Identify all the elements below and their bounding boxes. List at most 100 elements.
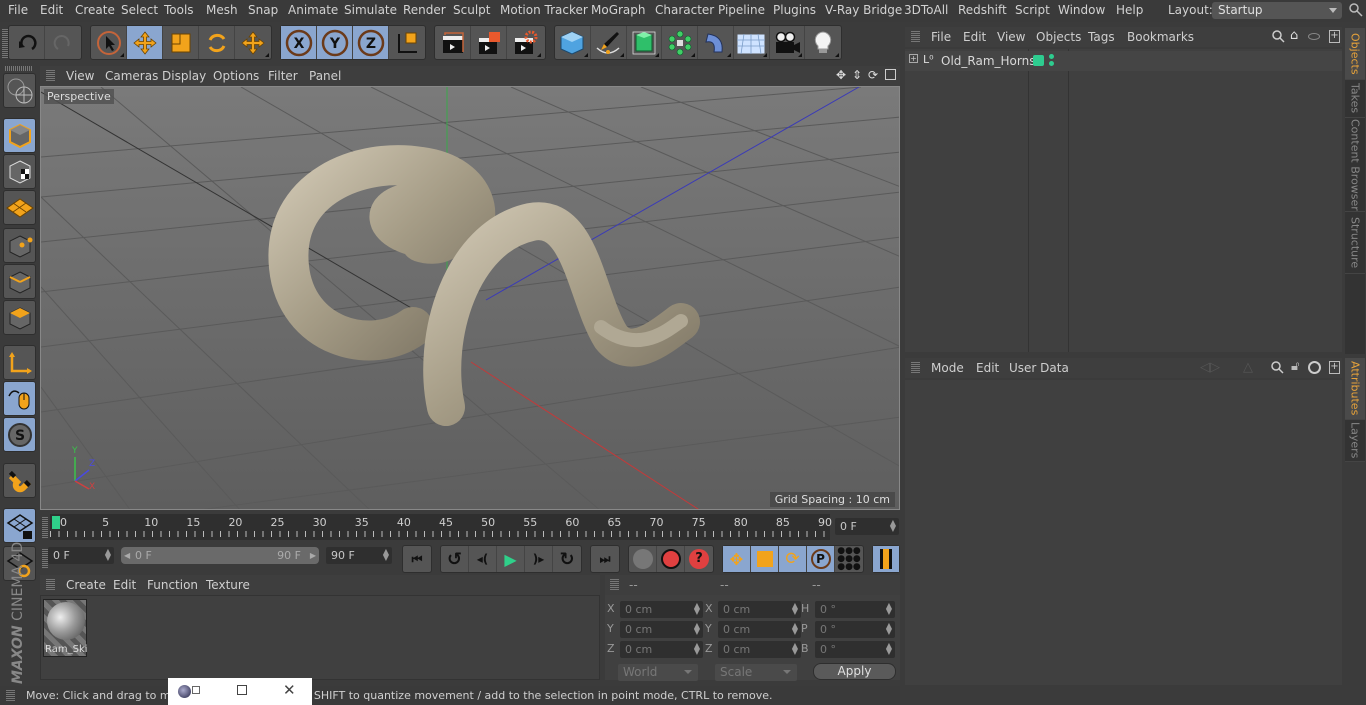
pan-view-icon[interactable]: ✥	[836, 68, 846, 82]
viewport-menu-display[interactable]: Display	[162, 69, 206, 83]
playhead[interactable]	[52, 516, 60, 529]
spinner-icon[interactable]: ▲ ▼	[105, 548, 111, 562]
3d-viewport[interactable]: Y Z X Perspective Grid Spacing : 10 cm	[40, 86, 900, 510]
menu-plugins[interactable]: Plugins	[773, 3, 816, 17]
spinner-icon[interactable]: ▲ ▼	[886, 622, 892, 636]
search-icon[interactable]	[1272, 30, 1285, 43]
spinner-icon[interactable]: ▲ ▼	[890, 519, 896, 533]
menu-motion-tracker[interactable]: Motion Tracker	[500, 3, 588, 17]
next-frame-button[interactable]: )▸	[525, 546, 553, 572]
spinner-icon[interactable]: ▲ ▼	[694, 642, 700, 656]
cube-button[interactable]	[555, 26, 591, 59]
menu-tools[interactable]: Tools	[164, 3, 194, 17]
viewport-menu-options[interactable]: Options	[213, 69, 259, 83]
material-swatch[interactable]: Ram_Ski	[43, 599, 87, 657]
end-frame-field[interactable]: 90 F ▲ ▼	[326, 547, 392, 564]
tab-attributes[interactable]: Attributes	[1345, 358, 1365, 420]
editor-visibility-dot[interactable]	[1049, 54, 1054, 59]
unlock-icon[interactable]: 🔓︎	[1291, 359, 1299, 374]
live-selection-button[interactable]	[91, 26, 127, 59]
object-menu-tags[interactable]: Tags	[1088, 30, 1115, 44]
menu-3dtoall[interactable]: 3DToAll	[904, 3, 948, 17]
object-menu-view[interactable]: View	[997, 30, 1025, 44]
spinner-icon[interactable]: ▲ ▼	[886, 602, 892, 616]
cloner-button[interactable]	[662, 26, 698, 59]
rotate-view-icon[interactable]: ⟳	[868, 68, 878, 82]
coordinate-system-button[interactable]	[389, 26, 425, 59]
current-frame-field[interactable]: 0 F ▲ ▼	[835, 518, 899, 535]
maximize-view-icon[interactable]	[885, 69, 896, 80]
tab-content-browser[interactable]: Content Browser	[1345, 118, 1365, 212]
viewport-menu-panel[interactable]: Panel	[309, 69, 341, 83]
timeline-grip[interactable]	[42, 516, 48, 538]
viewport-grip[interactable]	[46, 70, 55, 81]
back-arrow-icon[interactable]: ◁▷	[1200, 360, 1220, 375]
menu-snap[interactable]: Snap	[248, 3, 278, 17]
render-visibility-dot[interactable]	[1049, 61, 1054, 66]
home-icon[interactable]: ⌂	[1290, 28, 1298, 43]
scale-key-button[interactable]	[751, 546, 779, 572]
x-axis-button[interactable]: X	[281, 26, 317, 59]
new-panel-icon[interactable]: +	[1329, 361, 1340, 374]
menu-sculpt[interactable]: Sculpt	[453, 3, 490, 17]
menu-edit[interactable]: Edit	[40, 3, 63, 17]
target-icon[interactable]	[1308, 361, 1321, 374]
coordinate-field[interactable]: 0 cm ▲ ▼	[718, 621, 801, 638]
play-button[interactable]: ▶	[497, 546, 525, 572]
scale-button[interactable]	[163, 26, 199, 59]
menu-script[interactable]: Script	[1015, 3, 1050, 17]
render-view-button[interactable]	[435, 26, 471, 59]
camera-label[interactable]: Perspective	[44, 89, 114, 104]
y-axis-button[interactable]: Y	[317, 26, 353, 59]
search-icon[interactable]	[1349, 3, 1363, 17]
tab-layers[interactable]: Layers	[1345, 420, 1365, 462]
spinner-icon[interactable]: ▲ ▼	[792, 642, 798, 656]
coordinate-space-dropdown[interactable]: World	[618, 664, 698, 681]
start-frame-field[interactable]: 0 F ▲ ▼	[48, 547, 114, 564]
coordinates-grip[interactable]	[610, 579, 619, 590]
material-menu-create[interactable]: Create	[66, 578, 106, 592]
go-to-start-button[interactable]: ⏮	[403, 546, 431, 572]
tweak-mode-button[interactable]	[3, 381, 36, 416]
menu-help[interactable]: Help	[1116, 3, 1143, 17]
apply-button[interactable]: Apply	[813, 663, 896, 680]
undo-button[interactable]	[9, 26, 45, 59]
go-to-end-button[interactable]: ⏭	[591, 546, 619, 572]
coordinate-field[interactable]: 0 cm ▲ ▼	[718, 601, 801, 618]
render-picture-viewer-button[interactable]	[471, 26, 507, 59]
snap-button[interactable]	[3, 463, 36, 498]
next-key-button[interactable]: ↻	[553, 546, 581, 572]
parameter-key-button[interactable]: P	[807, 546, 835, 572]
material-grip[interactable]	[46, 579, 55, 590]
points-mode-button[interactable]	[3, 228, 36, 263]
subdivision-button[interactable]	[627, 26, 663, 59]
viewport-menu-view[interactable]: View	[66, 69, 94, 83]
menu-render[interactable]: Render	[403, 3, 446, 17]
edges-mode-button[interactable]	[3, 264, 36, 299]
menu-redshift[interactable]: Redshift	[958, 3, 1007, 17]
coordinate-field[interactable]: 0 cm ▲ ▼	[620, 621, 703, 638]
menu-create[interactable]: Create	[75, 3, 115, 17]
menu-mesh[interactable]: Mesh	[206, 3, 238, 17]
polygons-mode-button[interactable]	[3, 300, 36, 335]
keyframe-selection-button[interactable]: ?	[685, 546, 713, 572]
attribute-grip[interactable]	[911, 362, 920, 373]
restore-icon[interactable]	[192, 686, 200, 694]
move-button[interactable]	[127, 26, 163, 59]
object-menu-edit[interactable]: Edit	[963, 30, 986, 44]
layer-color-tag[interactable]	[1033, 55, 1044, 66]
zoom-view-icon[interactable]: ⇕	[852, 68, 862, 82]
coordinate-field[interactable]: 0 ° ▲ ▼	[815, 601, 895, 618]
eye-icon[interactable]	[1308, 33, 1320, 40]
solo-button[interactable]: S	[3, 417, 36, 452]
coordinate-field[interactable]: 0 ° ▲ ▼	[815, 641, 895, 658]
floor-button[interactable]	[734, 26, 770, 59]
taskbar-window-preview[interactable]: ✕	[168, 678, 312, 705]
object-row[interactable]: + L⁰ Old_Ram_Horns	[905, 51, 1342, 71]
coordinate-field[interactable]: 0 cm ▲ ▼	[620, 601, 703, 618]
menu-select[interactable]: Select	[121, 3, 158, 17]
menu-animate[interactable]: Animate	[288, 3, 338, 17]
object-menu-objects[interactable]: Objects	[1036, 30, 1081, 44]
rotate-button[interactable]	[199, 26, 235, 59]
model-mode-button[interactable]	[3, 118, 36, 153]
